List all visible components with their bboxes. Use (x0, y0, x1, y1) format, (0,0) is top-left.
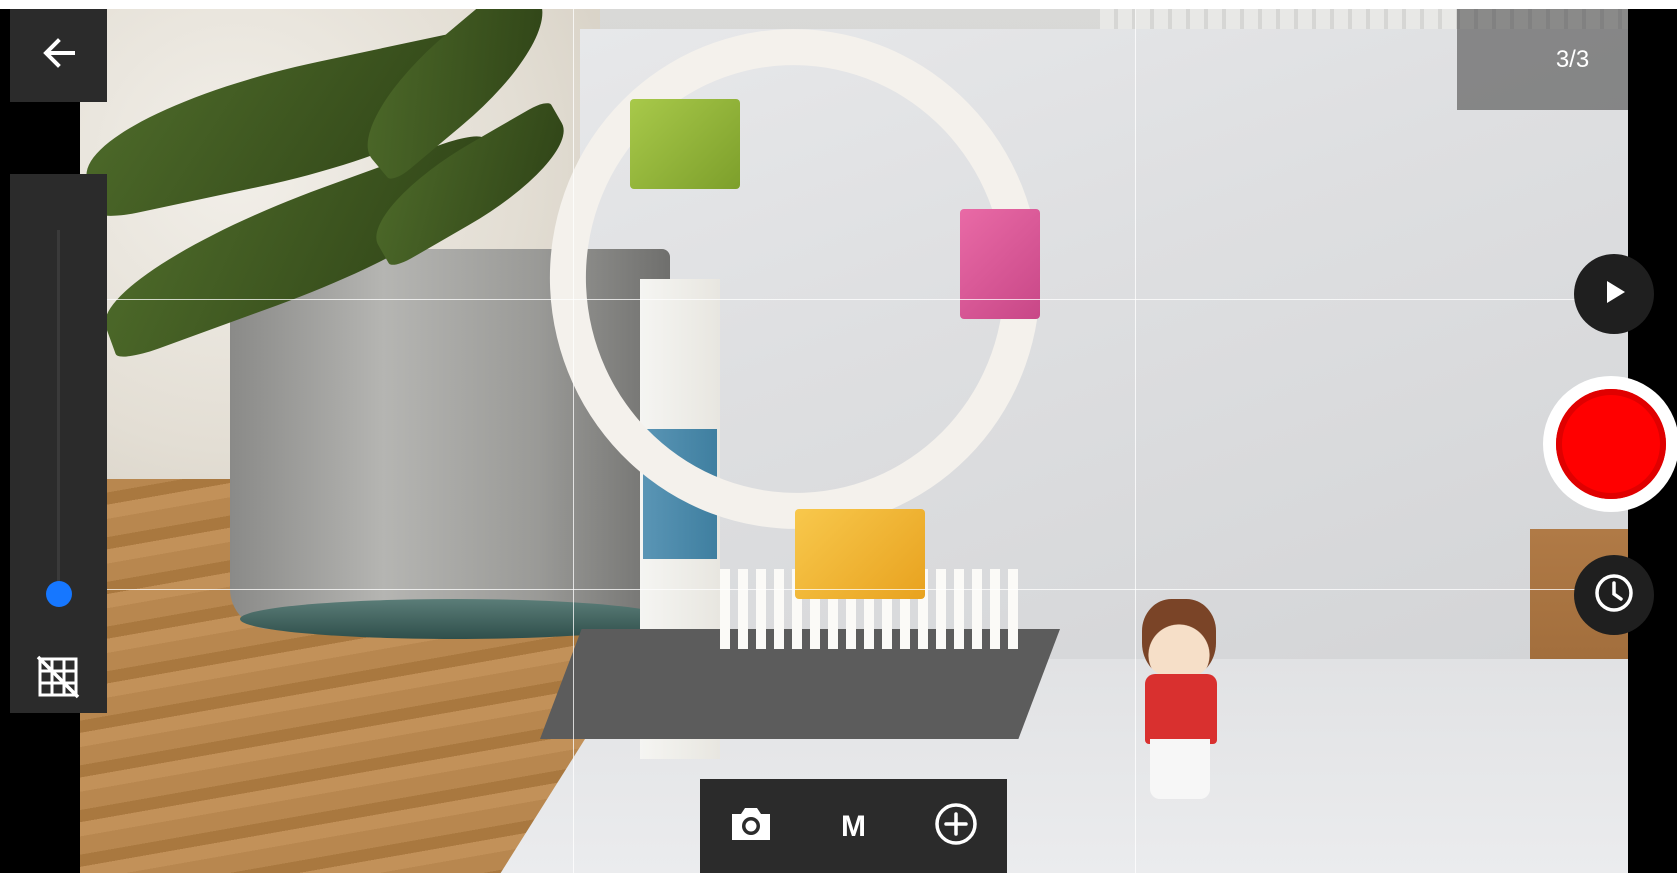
grid-line-vertical (573, 9, 574, 874)
grid-off-icon (36, 655, 80, 704)
preview-minifigure-body (1145, 674, 1217, 744)
top-edge (0, 0, 1677, 9)
preview-pink-gondola (960, 209, 1040, 319)
grid-line-horizontal (106, 589, 1677, 590)
grid-line-horizontal (106, 299, 1677, 300)
arrow-left-icon (39, 33, 79, 78)
record-button[interactable] (1543, 376, 1677, 512)
bottom-toolbar: M (700, 779, 1007, 874)
stop-motion-camera-screen: 3/3 M (0, 0, 1677, 874)
grid-line-vertical (1135, 9, 1136, 874)
capture-button[interactable] (721, 797, 781, 857)
add-circle-icon (933, 801, 979, 852)
preview-minifigure-legs (1150, 739, 1210, 799)
zoom-slider-track[interactable] (57, 230, 60, 595)
preview-minifigure-head (1142, 599, 1216, 679)
record-icon (1556, 389, 1666, 499)
mode-label: M (840, 809, 866, 843)
frame-counter: 3/3 (1457, 9, 1628, 110)
zoom-slider-thumb[interactable] (46, 581, 72, 607)
play-icon (1599, 277, 1629, 312)
add-button[interactable] (926, 797, 986, 857)
camera-icon (728, 804, 774, 849)
preview-green-gondola (630, 99, 740, 189)
mode-button[interactable]: M (823, 797, 883, 857)
frame-counter-text: 3/3 (1555, 45, 1590, 73)
camera-preview[interactable] (80, 9, 1628, 874)
grid-toggle-button[interactable] (34, 655, 82, 703)
preview-yellow-gondola (795, 509, 925, 599)
back-button[interactable] (10, 9, 107, 102)
play-button[interactable] (1574, 254, 1654, 334)
clock-icon (1593, 572, 1635, 619)
timer-button[interactable] (1574, 555, 1654, 635)
